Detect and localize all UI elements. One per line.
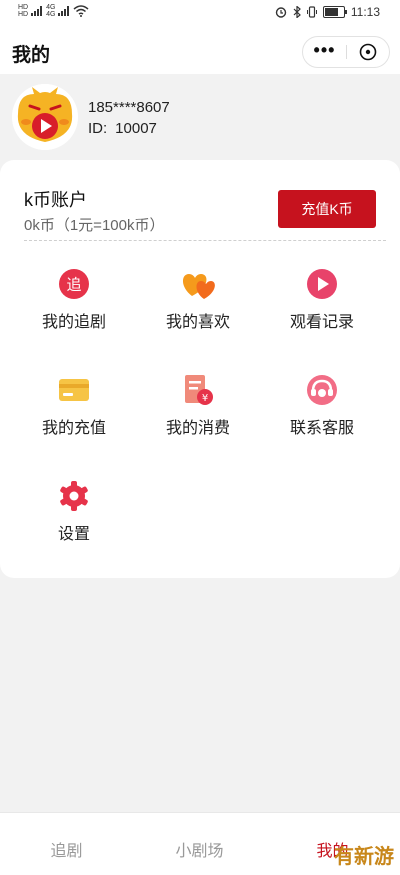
menu-label: 我的追剧 — [41, 314, 106, 331]
vibrate-icon — [306, 6, 317, 18]
battery-icon — [322, 6, 347, 18]
clock: 11:13 — [350, 5, 380, 19]
coin-balance: 0k币（1元=100k币） — [24, 217, 165, 234]
hd-label: HD — [18, 4, 29, 11]
coin-account-title: k币账户 — [24, 190, 87, 210]
service-icon — [307, 375, 337, 405]
more-button[interactable]: ••• — [303, 37, 346, 67]
menu-label: 我的充值 — [41, 420, 106, 437]
tab-theater[interactable]: 小剧场 — [133, 837, 266, 861]
close-circle-icon — [359, 43, 377, 61]
play-history-icon — [307, 269, 337, 299]
bluetooth-icon — [293, 6, 301, 18]
id-value: 10007 — [115, 120, 157, 137]
menu-label: 我的喜欢 — [165, 314, 230, 331]
hd-label: HD — [18, 11, 29, 18]
close-button[interactable] — [347, 37, 389, 67]
menu-my-likes[interactable]: 我的喜欢 — [138, 266, 258, 346]
menu-label: 设置 — [57, 526, 90, 543]
sim1-label: HD HD — [18, 4, 28, 18]
gear-icon — [60, 481, 88, 511]
menu-my-spending[interactable]: ¥ 我的消费 — [138, 372, 258, 452]
mascot-avatar-icon — [12, 84, 78, 150]
tab-follow[interactable]: 追剧 — [0, 837, 133, 861]
title-bar: 我的 ••• — [0, 26, 400, 74]
follow-drama-icon: 追 — [59, 269, 89, 299]
watermark: 有新游 — [334, 846, 394, 868]
status-bar: HD HD 4G 4G 11:13 — [0, 0, 400, 26]
menu-label: 我的消费 — [165, 420, 230, 437]
menu-watch-history[interactable]: 观看记录 — [262, 266, 382, 346]
bill-icon: ¥ — [185, 375, 213, 405]
card-icon — [59, 379, 89, 401]
user-id: ID: 10007 — [88, 120, 157, 137]
signal-icon — [31, 6, 43, 16]
avatar[interactable] — [12, 84, 78, 150]
status-right: 11:13 — [275, 5, 380, 19]
user-phone: 185****8607 — [88, 99, 170, 116]
menu-my-recharge[interactable]: 我的充值 — [14, 372, 134, 452]
network-label: 4G — [46, 4, 56, 11]
menu-settings[interactable]: 设置 — [14, 478, 134, 558]
signal-icon — [58, 6, 70, 16]
account-card: k币账户 0k币（1元=100k币） 充值K币 追 我的追剧 我的喜欢 观看记录… — [0, 160, 400, 578]
page-title: 我的 — [12, 45, 51, 66]
bottom-nav: 追剧 小剧场 我的 有新游 — [0, 812, 400, 875]
alarm-icon — [275, 7, 287, 18]
svg-text:¥: ¥ — [202, 393, 208, 404]
signal-indicators: HD HD 4G 4G — [18, 4, 89, 18]
menu-customer-service[interactable]: 联系客服 — [262, 372, 382, 452]
svg-text:追: 追 — [66, 276, 81, 294]
menu-label: 联系客服 — [289, 420, 354, 437]
mini-program-capsule: ••• — [302, 36, 390, 68]
wifi-icon — [73, 5, 89, 17]
menu-label: 观看记录 — [289, 314, 354, 331]
hearts-icon — [182, 274, 215, 299]
id-label: ID: — [88, 120, 108, 137]
profile-section: 185****8607 ID: 10007 — [0, 74, 400, 164]
network-label: 4G — [46, 11, 56, 18]
recharge-button[interactable]: 充值K币 — [278, 190, 376, 228]
sim2-label: 4G 4G — [46, 4, 55, 18]
divider — [24, 240, 386, 241]
menu-my-follow[interactable]: 追 我的追剧 — [14, 266, 134, 346]
